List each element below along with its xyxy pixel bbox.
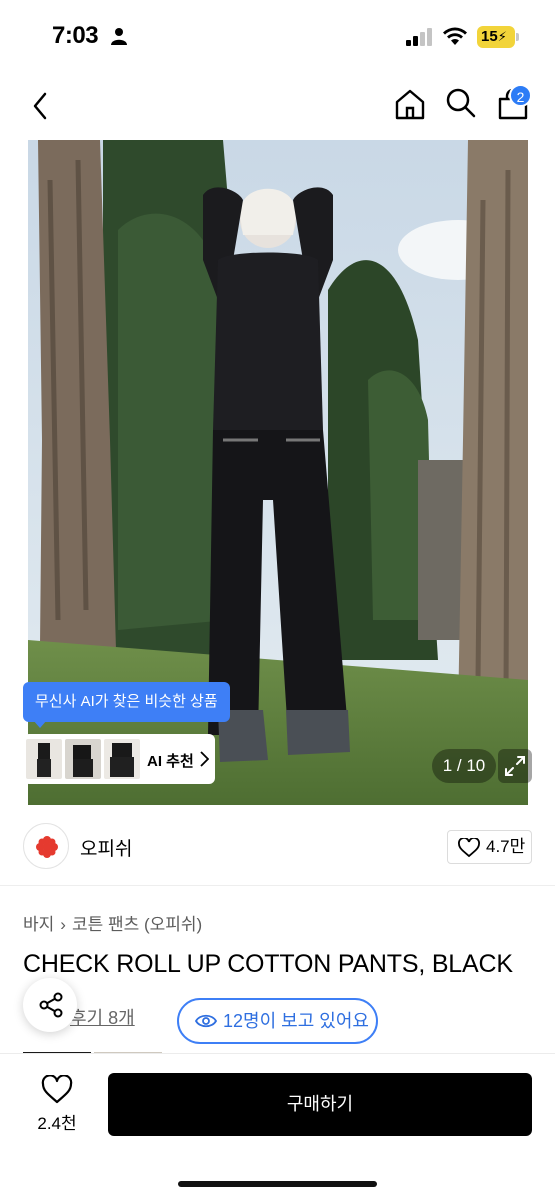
breadcrumb-item-pants[interactable]: 바지 [23, 910, 54, 935]
brand-row[interactable]: 오피쉬 4.7만 [0, 806, 555, 886]
brand-logo [23, 823, 69, 869]
home-icon[interactable] [393, 87, 427, 121]
cellular-signal-icon [406, 28, 432, 46]
bottom-action-bar: 2.4천 구매하기 [0, 1053, 555, 1200]
expand-icon [505, 756, 525, 776]
breadcrumb: 바지 › 코튼 팬츠 (오피쉬) [23, 910, 202, 935]
battery-cap [516, 33, 519, 41]
expand-image-button[interactable] [498, 749, 532, 783]
heart-icon [458, 838, 480, 858]
ai-recommend-thumbnail [26, 739, 62, 779]
wifi-icon [443, 27, 467, 45]
ai-recommend-thumbnail [65, 739, 101, 779]
viewers-count-text: 12명이 보고 있어요 [223, 1011, 369, 1031]
ai-recommend-card[interactable]: AI 추천 [23, 734, 215, 784]
product-title: CHECK ROLL UP COTTON PANTS, BLACK [23, 950, 513, 978]
share-icon [39, 992, 63, 1018]
eye-icon [195, 1014, 217, 1028]
ai-recommend-thumbnail [104, 739, 140, 779]
status-bar: 7:03 15⚡ [0, 0, 555, 72]
breadcrumb-separator-icon: › [60, 915, 66, 934]
search-icon[interactable] [445, 87, 477, 119]
brand-like-button[interactable]: 4.7만 [447, 830, 532, 864]
status-time: 7:03 [52, 22, 99, 49]
charging-bolt-icon: ⚡ [497, 29, 507, 44]
share-button[interactable] [23, 978, 77, 1032]
brand-name[interactable]: 오피쉬 [80, 834, 132, 861]
battery-indicator: 15⚡ [477, 26, 515, 48]
home-indicator[interactable] [178, 1181, 377, 1187]
ai-similar-products-tooltip[interactable]: 무신사 AI가 찾은 비슷한 상품 [23, 682, 230, 722]
tooltip-tail [33, 720, 47, 728]
heart-icon[interactable] [41, 1075, 73, 1105]
wish-count: 2.4천 [37, 1114, 77, 1133]
viewers-count-pill: 12명이 보고 있어요 [177, 998, 378, 1044]
buy-button[interactable]: 구매하기 [108, 1073, 532, 1136]
review-link[interactable]: 후기 8개 [70, 1004, 135, 1030]
chevron-right-icon [200, 751, 209, 767]
ai-recommend-label: AI 추천 [147, 753, 194, 770]
image-pager: 1 / 10 [432, 749, 496, 783]
cart-count-badge: 2 [509, 84, 532, 107]
back-chevron-icon[interactable] [28, 90, 52, 122]
breadcrumb-item-cotton-pants[interactable]: 코튼 팬츠 (오피쉬) [72, 910, 202, 935]
battery-level: 15 [481, 28, 498, 45]
brand-like-count: 4.7만 [486, 837, 526, 856]
header: 2 [0, 72, 555, 140]
person-icon [111, 28, 127, 45]
